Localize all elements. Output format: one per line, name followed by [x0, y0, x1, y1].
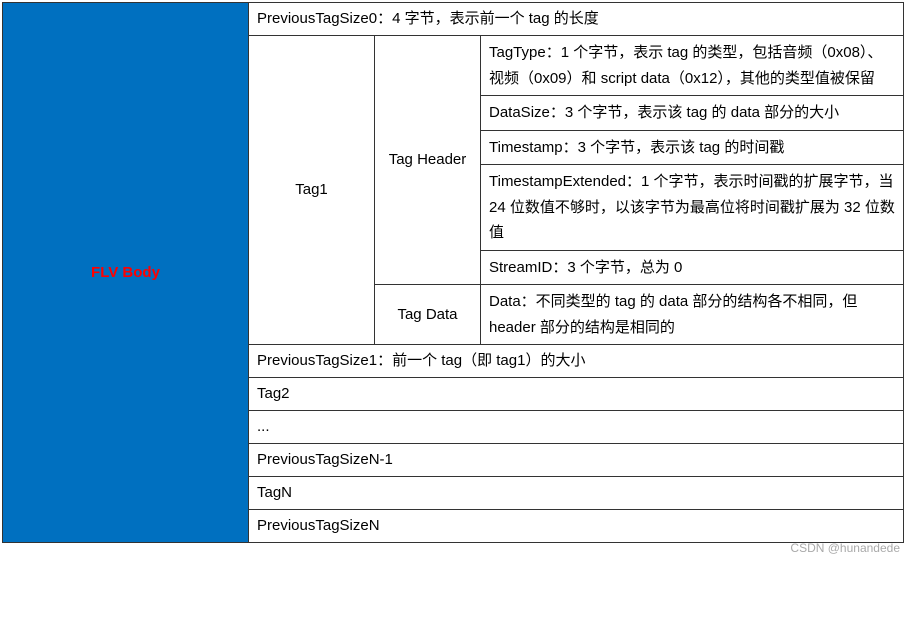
tag2: Tag2	[249, 378, 903, 411]
tag-n: TagN	[249, 477, 903, 510]
data-size-field: DataSize：3 个字节，表示该 tag 的 data 部分的大小	[481, 96, 903, 131]
stream-id-field: StreamID：3 个字节，总为 0	[481, 251, 903, 285]
tag-data-row: Tag Data Data：不同类型的 tag 的 data 部分的结构各不相同…	[375, 285, 903, 344]
timestamp-extended-field: TimestampExtended：1 个字节，表示时间戳的扩展字节，当 24 …	[481, 165, 903, 251]
tag-data-label: Tag Data	[375, 285, 481, 344]
tag1-label: Tag1	[249, 36, 375, 344]
previous-tag-size-1: PreviousTagSize1：前一个 tag（即 tag1）的大小	[249, 345, 903, 378]
tag-header-fields: TagType：1 个字节，表示 tag 的类型，包括音频（0x08）、视频（0…	[481, 36, 903, 284]
timestamp-field: Timestamp：3 个字节，表示该 tag 的时间戳	[481, 131, 903, 166]
tag1-content: Tag Header TagType：1 个字节，表示 tag 的类型，包括音频…	[375, 36, 903, 344]
tag-data-content: Data：不同类型的 tag 的 data 部分的结构各不相同，但 header…	[481, 285, 903, 344]
previous-tag-size-n-minus-1: PreviousTagSizeN-1	[249, 444, 903, 477]
tag-header-row: Tag Header TagType：1 个字节，表示 tag 的类型，包括音频…	[375, 36, 903, 285]
tag1-row: Tag1 Tag Header TagType：1 个字节，表示 tag 的类型…	[249, 36, 903, 345]
flv-body-content: PreviousTagSize0：4 字节，表示前一个 tag 的长度 Tag1…	[249, 3, 903, 542]
previous-tag-size-0: PreviousTagSize0：4 字节，表示前一个 tag 的长度	[249, 3, 903, 36]
tag-header-label: Tag Header	[375, 36, 481, 284]
previous-tag-size-n: PreviousTagSizeN	[249, 510, 903, 542]
watermark: CSDN @hunandede	[2, 541, 904, 555]
flv-body-label: FLV Body	[3, 3, 249, 542]
flv-body-diagram: FLV Body PreviousTagSize0：4 字节，表示前一个 tag…	[2, 2, 904, 543]
tag-type-field: TagType：1 个字节，表示 tag 的类型，包括音频（0x08）、视频（0…	[481, 36, 903, 96]
ellipsis: ...	[249, 411, 903, 444]
